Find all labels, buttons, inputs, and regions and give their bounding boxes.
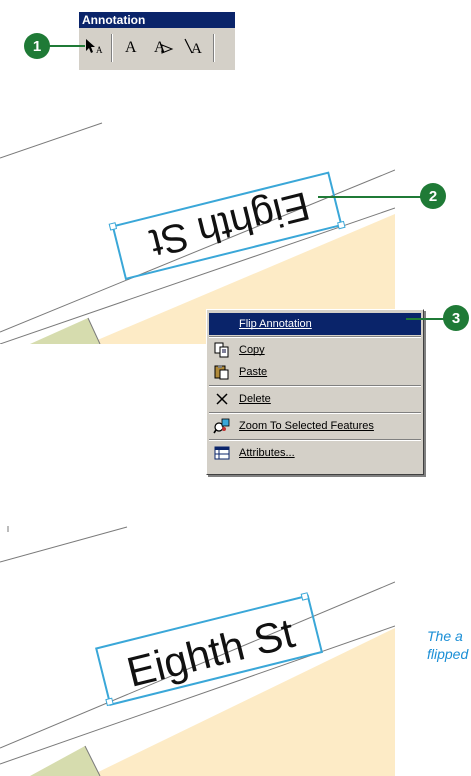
context-menu: Flip Annotation Copy Paste Delete Zoom T…: [206, 309, 424, 475]
menu-separator: [209, 439, 421, 441]
menu-item-copy[interactable]: Copy: [209, 339, 421, 361]
callout-leader-line: [406, 318, 446, 320]
menu-item-paste[interactable]: Paste: [209, 361, 421, 383]
toolbar-title: Annotation: [79, 12, 235, 28]
step-callout-2: 2: [420, 183, 446, 209]
toolbar-separator: [213, 34, 215, 62]
map-after-flip: Eighth St: [0, 522, 395, 776]
toolbar-body: A A A A: [79, 28, 235, 70]
horizontal-text-button[interactable]: A: [117, 36, 145, 60]
step-callout-1: 1: [24, 33, 50, 59]
svg-text:A: A: [96, 45, 103, 55]
svg-text:A: A: [191, 41, 202, 55]
menu-item-label: Copy: [239, 344, 265, 356]
edit-annotation-tool-button[interactable]: A: [81, 36, 109, 60]
menu-item-delete[interactable]: Delete: [209, 388, 421, 410]
svg-text:A: A: [125, 39, 137, 55]
menu-item-zoom-to-selected-features[interactable]: Zoom To Selected Features: [209, 415, 421, 437]
toolbar-separator: [111, 34, 113, 62]
menu-separator: [209, 336, 421, 338]
menu-item-attributes[interactable]: Attributes...: [209, 442, 421, 464]
paste-icon: [211, 361, 233, 383]
curved-text-icon: A: [183, 37, 207, 60]
menu-item-label: Paste: [239, 366, 268, 378]
curved-text-button[interactable]: A: [181, 36, 209, 60]
delete-icon: [211, 388, 233, 410]
callout-leader-line: [49, 45, 85, 47]
attributes-icon: [211, 442, 233, 464]
step-callout-3: 3: [443, 305, 469, 331]
menu-item-label: Attributes...: [239, 447, 295, 459]
step-caption: The a flipped: [427, 627, 471, 663]
caption-line-1: The a: [427, 628, 463, 644]
copy-icon: [211, 339, 233, 361]
menu-separator: [209, 385, 421, 387]
straight-text-icon: A: [152, 37, 174, 60]
caption-line-2: flipped: [427, 646, 469, 662]
menu-separator: [209, 412, 421, 414]
menu-item-label: Delete: [239, 393, 271, 405]
straight-text-button[interactable]: A: [149, 36, 177, 60]
zoom-to-selected-icon: [211, 415, 233, 437]
menu-item-flip-annotation[interactable]: Flip Annotation: [209, 313, 421, 335]
menu-item-label: Flip Annotation: [239, 318, 312, 330]
menu-item-label: Zoom To Selected Features: [239, 420, 374, 432]
horizontal-text-icon: A: [121, 37, 141, 60]
select-annotation-icon: A: [84, 37, 106, 60]
corrected-street-label[interactable]: Eighth St: [122, 609, 299, 696]
callout-leader-line: [318, 196, 422, 198]
annotation-toolbar: Annotation A A A A: [79, 12, 235, 70]
blank-icon: [211, 313, 233, 335]
